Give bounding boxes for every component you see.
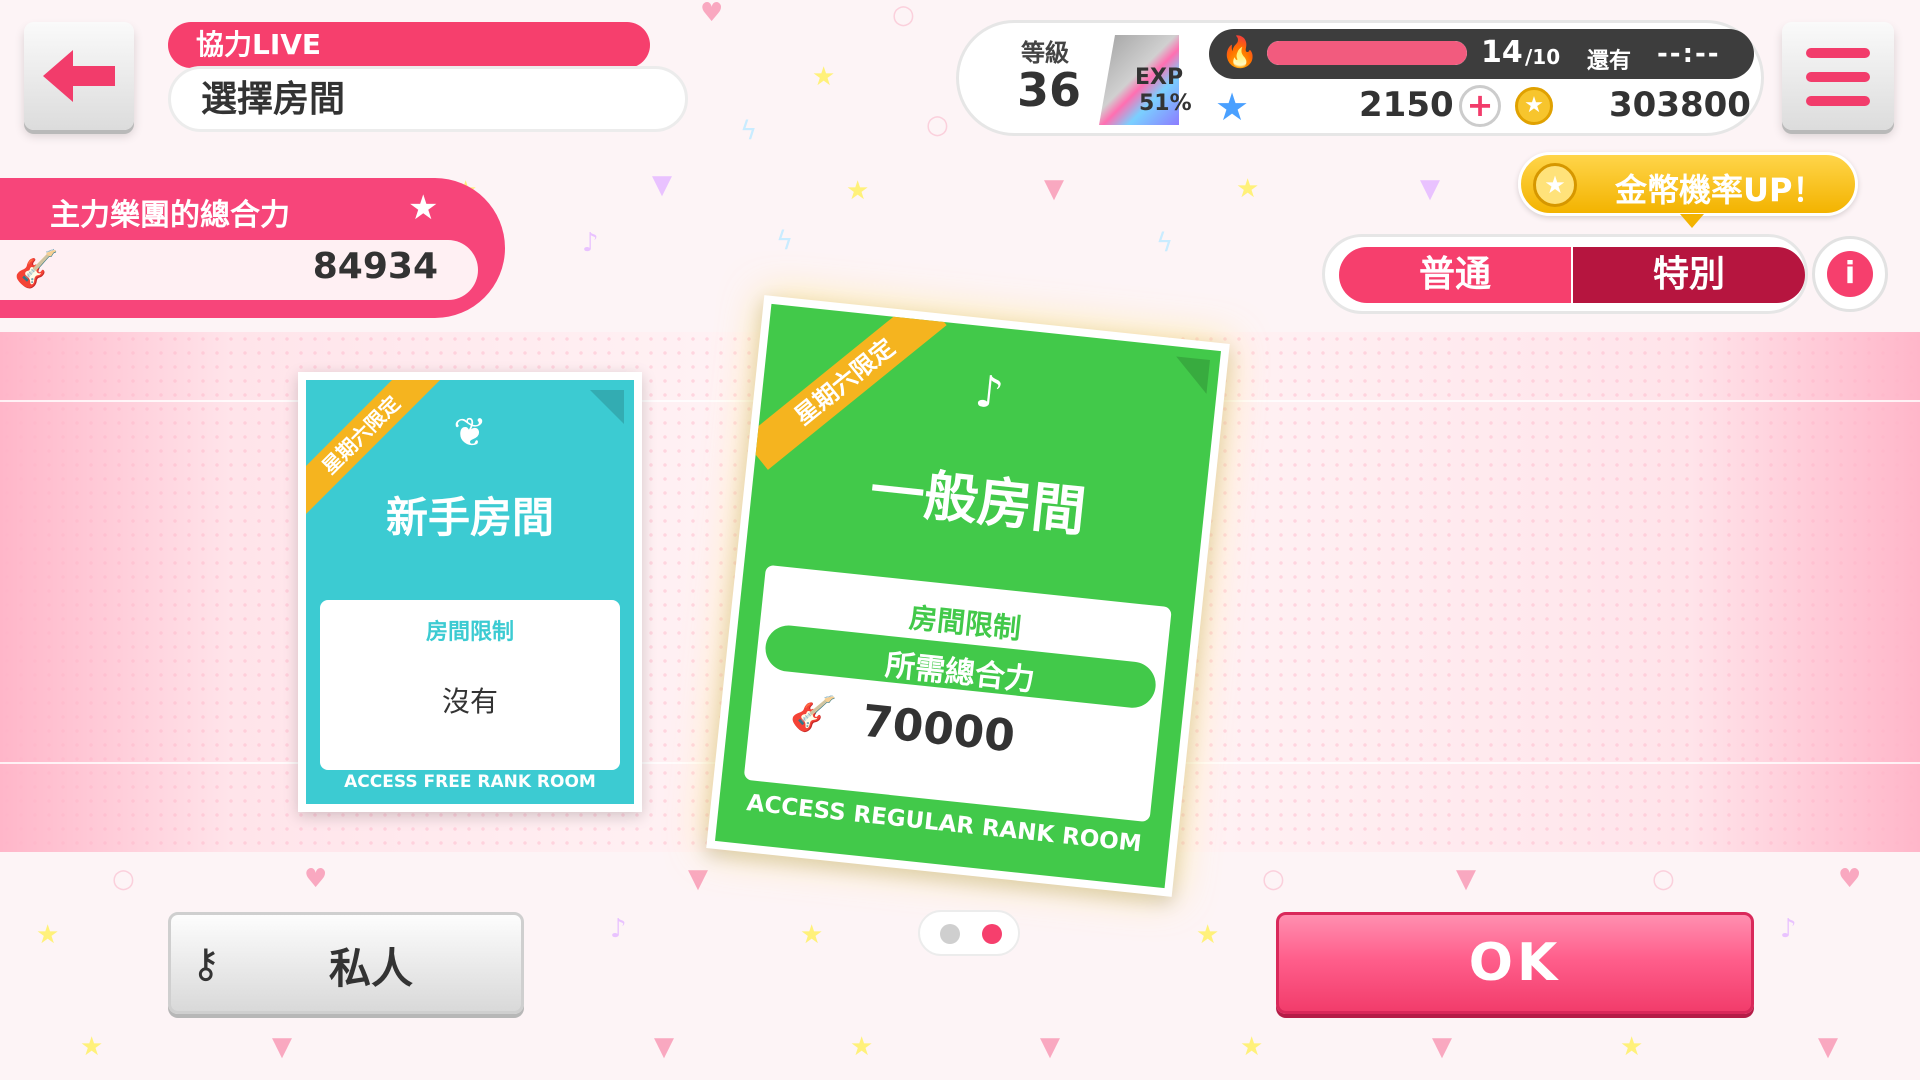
coin-up-icon: ★ (1533, 163, 1577, 207)
room-limit-label: 房間限制 (425, 620, 514, 645)
tab-normal[interactable]: 普通 (1339, 247, 1571, 303)
guitar-icon: 🎸 (14, 249, 59, 290)
exp-value: 51% (1139, 91, 1192, 116)
star-count: 2150 (1359, 85, 1454, 125)
back-arrow-icon (43, 50, 115, 102)
stamina-track (1267, 41, 1467, 65)
carousel-pager (918, 910, 1020, 956)
room-limit-box: 房間限制 沒有 (320, 600, 620, 770)
private-room-label: 私人 (329, 944, 414, 993)
band-power-label: 主力樂團的總合力 (50, 198, 290, 233)
pager-dot[interactable] (982, 924, 1002, 944)
stamina-fill (1267, 41, 1467, 65)
room-limit-box: 房間限制 所需總合力 🎸 70000 (743, 564, 1172, 823)
menu-button[interactable] (1782, 22, 1894, 130)
card-title: 一般房間 (867, 458, 1089, 544)
stamina-max: /10 (1525, 45, 1561, 69)
room-limit-value: 沒有 (441, 685, 498, 718)
room-card-regular[interactable]: 星期六限定 ♪ 一般房間 房間限制 所需總合力 🎸 70000 ACCESS R… (706, 295, 1230, 897)
band-power-value: 84934 (312, 246, 438, 287)
screen-category: 協力LIVE (168, 22, 650, 68)
exp-label: EXP (1135, 65, 1184, 90)
player-status-panel: 等級 36 EXP 51% 🔥 14 /10 還有 --:-- ★ 2150 +… (956, 20, 1764, 136)
stamina-count: 14 (1481, 35, 1523, 70)
pager-dot[interactable] (940, 924, 960, 944)
tab-special[interactable]: 特別 (1573, 247, 1805, 303)
card-footer: ACCESS FREE RANK ROOM (344, 772, 596, 792)
buy-stars-button[interactable]: + (1459, 85, 1501, 127)
stamina-bar: 🔥 14 /10 還有 --:-- (1209, 29, 1754, 79)
coin-rate-up-label: 金幣機率UP！ (1615, 171, 1825, 209)
ok-button[interactable]: OK (1276, 912, 1754, 1014)
stamina-remain-time: --:-- (1657, 39, 1721, 69)
stamina-remain-label: 還有 (1587, 49, 1632, 74)
band-power-box: 🎸 84934 (0, 240, 478, 300)
level-value: 36 (1017, 63, 1082, 117)
coin-count: 303800 (1609, 85, 1751, 125)
requirement-value: 70000 (859, 695, 1018, 763)
guitar-icon: 🎸 (788, 691, 838, 737)
coin-up-pointer (1680, 214, 1704, 228)
page-title: 選擇房間 (168, 66, 688, 132)
room-mode-toggle: 普通 特別 (1322, 234, 1808, 314)
coin-icon: ★ (1515, 87, 1553, 125)
sprout-icon: ❦ (453, 410, 487, 456)
room-card-beginner[interactable]: 星期六限定 ❦ 新手房間 房間限制 沒有 ACCESS FREE RANK RO… (298, 372, 642, 812)
card-title: 新手房間 (385, 493, 554, 542)
star-icon: ★ (408, 188, 439, 228)
key-icon: ⚷ (191, 941, 221, 987)
private-room-button[interactable]: ⚷ 私人 (168, 912, 524, 1014)
flame-icon: 🔥 (1221, 35, 1259, 70)
music-note-icon: ♪ (972, 365, 1007, 420)
info-icon: i (1827, 251, 1873, 297)
coin-rate-up-badge: ★ 金幣機率UP！ (1518, 152, 1858, 216)
info-button[interactable]: i (1812, 236, 1888, 312)
back-button[interactable] (24, 22, 134, 130)
star-icon: ★ (1215, 85, 1250, 129)
band-power-panel: 主力樂團的總合力 ★ 🎸 84934 (0, 178, 505, 318)
